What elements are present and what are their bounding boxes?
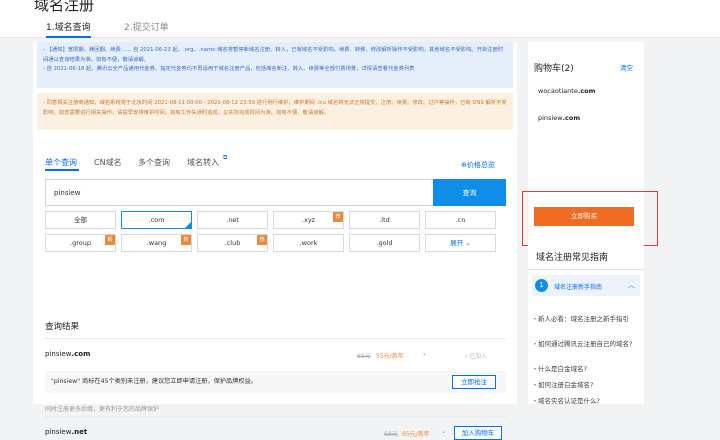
result-domain: pinsiew.com: [45, 350, 90, 358]
trademark-text: "pinsiew" 商标在45个类别未注册，建议您立即申请注册，保护品牌权益。: [51, 378, 257, 385]
search-button[interactable]: 查询: [433, 179, 506, 206]
added-status: ✓已加入: [464, 353, 488, 360]
section-label: 域名注册新手指南: [554, 284, 603, 291]
result-domain: pinsiew.net: [45, 428, 87, 436]
recommend-badge: 荐: [333, 212, 343, 222]
notice-orange: - 同意相关注册商通知，域名系统将于北京时间 2021-08-11 00:00 …: [37, 93, 513, 130]
cart-item: pinsiew.com: [538, 114, 580, 122]
guide-link[interactable]: 如何注册白金域名?: [533, 380, 640, 391]
cart-item-suffix: .com: [577, 87, 596, 95]
domain-prefix: pinsiew: [45, 428, 72, 436]
chevron-up-icon: ︿: [628, 281, 635, 289]
protect-hint: 同时注册更多后缀，更有利于您的品牌保护: [45, 406, 160, 413]
tab-submit-order[interactable]: 2.提交订单: [124, 20, 169, 38]
add-to-cart-button[interactable]: 加入购物车: [454, 426, 502, 440]
original-price: 68元: [384, 431, 398, 438]
suffix-net[interactable]: .net: [197, 211, 268, 229]
results-title: 查询结果: [45, 322, 80, 332]
divider: [45, 416, 506, 417]
expand-label: 展开 ⌄: [450, 239, 471, 247]
suffix-cn[interactable]: .cn: [425, 211, 496, 229]
price-dropdown-icon[interactable]: ⌄: [441, 428, 446, 435]
suffix-ltd[interactable]: .ltd: [349, 211, 420, 229]
tab-single-query[interactable]: 单个查询: [45, 157, 77, 168]
guide-panel: 域名注册常见指南 1 域名注册新手指南 ︿ 新人必看：域名注册之新手指引 如何通…: [528, 242, 644, 407]
domain-suffix: .com: [71, 350, 91, 358]
guide-section-header[interactable]: 1 域名注册新手指南 ︿: [532, 275, 640, 296]
suffix-label: .com: [148, 216, 165, 224]
trademark-notice: "pinsiew" 商标在45个类别未注册，建议您立即申请注册，保护品牌权益。: [45, 371, 506, 393]
domain-prefix: pinsiew: [45, 350, 72, 358]
suffix-xyz[interactable]: .xyz 荐: [273, 211, 344, 229]
suffix-work[interactable]: .work: [273, 234, 344, 252]
register-trademark-button[interactable]: 立即抢注: [452, 375, 496, 389]
notice-blue: - 【通知】宽限期、赎回期、续费…… 自 2021-06-23 起，.org、.…: [37, 42, 513, 88]
new-badge: 新: [105, 235, 115, 245]
suffix-label: .group: [70, 239, 91, 247]
suffix-label: .xyz: [301, 216, 316, 224]
domain-suffix: .net: [71, 428, 88, 436]
tab-multi-query[interactable]: 多个查询: [138, 157, 170, 168]
suffix-group[interactable]: .group 新: [45, 234, 116, 252]
highlight-box: [522, 191, 658, 246]
domain-search-input[interactable]: [45, 179, 434, 206]
suffix-gold[interactable]: .gold: [349, 234, 420, 252]
suffix-label: 全部: [74, 216, 87, 224]
price-dropdown-icon[interactable]: ⌄: [422, 350, 427, 357]
suffix-all[interactable]: 全部: [45, 211, 116, 229]
top-header: 域名注册 1.域名查询 2.提交订单: [0, 0, 720, 38]
page-title: 域名注册: [34, 0, 95, 14]
suffix-label: .work: [299, 239, 318, 247]
expand-suffixes[interactable]: 展开 ⌄: [425, 234, 496, 252]
suffix-label: .gold: [376, 239, 393, 247]
suffix-club[interactable]: .club 热: [197, 234, 268, 252]
clear-cart-link[interactable]: 清空: [620, 62, 633, 72]
cart-item-prefix: pinsiew: [538, 114, 563, 122]
guide-title: 域名注册常见指南: [536, 253, 609, 263]
suffix-label: .ltd: [379, 216, 390, 224]
notice-blue-line2: - 自 2021-06-18 起，腾讯云全产品通用代金券、指定代金券均不再适用于…: [43, 66, 415, 72]
guide-link[interactable]: 新人必看：域名注册之新手指引: [533, 314, 640, 325]
tab-domain-transfer[interactable]: 域名转入: [187, 157, 219, 168]
suffix-wang[interactable]: .wang 新: [121, 234, 192, 252]
discount-price: 65元/首年: [402, 431, 430, 438]
notice-blue-line1: - 【通知】宽限期、赎回期、续费…… 自 2021-06-23 起，.org、.…: [43, 47, 504, 63]
tab-cn-domain[interactable]: CN域名: [94, 157, 122, 168]
price-overview-link[interactable]: ⊕价格总览: [461, 160, 495, 170]
original-price: 65元: [357, 353, 371, 360]
cart-item: wocaotiante.com: [538, 87, 595, 95]
guide-link[interactable]: 如何通过腾讯云注册自己的域名?: [533, 339, 640, 350]
discount-price: 55元/首年: [376, 353, 404, 360]
guide-link[interactable]: 域名实名认证是什么?: [533, 396, 640, 407]
suffix-label: .club: [224, 239, 241, 247]
main-panel: - 【通知】宽限期、赎回期、续费…… 自 2021-06-23 起，.org、.…: [33, 42, 517, 440]
suffix-label: .cn: [455, 216, 466, 224]
divider: [45, 338, 506, 339]
suffix-label: .net: [226, 216, 239, 224]
suffix-com[interactable]: .com: [121, 211, 192, 229]
section-number: 1: [535, 279, 548, 292]
cart-title: 购物车(2): [534, 64, 574, 74]
external-link-icon: ⧉: [223, 154, 228, 161]
hot-badge: 热: [257, 235, 267, 245]
new-badge: 新: [181, 235, 191, 245]
guide-link[interactable]: 什么是白金域名?: [533, 364, 640, 375]
divider: [528, 269, 644, 270]
suffix-label: .wang: [146, 239, 167, 247]
active-tab-underline: [45, 169, 79, 171]
tab-domain-query[interactable]: 1.域名查询: [46, 20, 91, 38]
cart-item-suffix: .com: [562, 114, 581, 122]
cart-item-prefix: wocaotiante: [538, 87, 578, 95]
selected-check-icon: [185, 222, 191, 228]
